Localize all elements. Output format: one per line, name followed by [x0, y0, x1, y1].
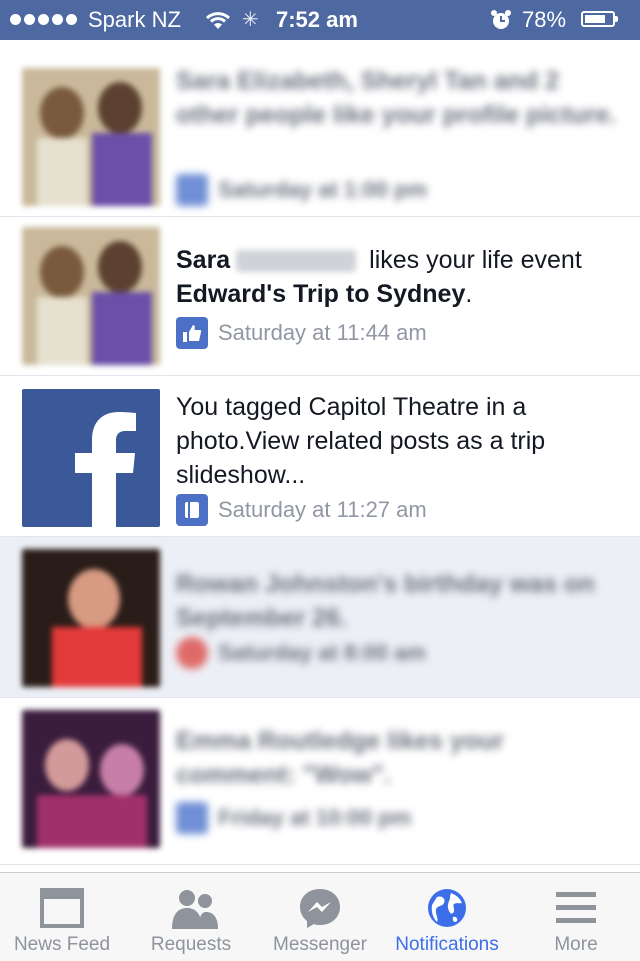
- notification-item[interactable]: Emma Routledge likes your comment: "Wow"…: [0, 698, 640, 865]
- notification-text: Sara Elizabeth, Sheryl Tan and 2 other p…: [176, 67, 617, 129]
- notification-item[interactable]: Sara likes your life event Edward's Trip…: [0, 217, 640, 376]
- alarm-icon: [490, 9, 512, 37]
- battery-icon: [581, 11, 618, 27]
- action-text: likes your life event: [369, 246, 582, 274]
- profile-photo: [22, 227, 160, 365]
- notification-text: You tagged Capitol Theatre in a photo.Vi…: [176, 393, 546, 489]
- status-bar: Spark NZ ✳ 7:52 am 78%: [0, 0, 640, 40]
- messenger-icon: [298, 887, 342, 929]
- notification-time: Saturday at 11:44 am: [218, 320, 427, 345]
- battery-percentage: 78%: [522, 7, 567, 32]
- activity-spinner-icon: ✳: [242, 9, 259, 31]
- carrier-name: Spark NZ: [88, 7, 181, 32]
- notification-text: Sara likes your life event Edward's Trip…: [176, 243, 621, 311]
- life-event-link[interactable]: Edward's Trip to Sydney: [176, 280, 465, 308]
- menu-icon: [554, 887, 598, 929]
- notification-meta: Saturday at 11:27 am: [176, 494, 427, 526]
- notification-text: Rowan Johnston's birthday was on Septemb…: [176, 570, 595, 632]
- facebook-logo: [22, 389, 160, 527]
- notification-time: Saturday at 8:00 am: [218, 640, 426, 665]
- tab-label: Messenger: [273, 934, 367, 955]
- notification-time: Friday at 10:00 pm: [218, 805, 412, 830]
- notification-time: Saturday at 11:27 am: [218, 497, 427, 522]
- redacted-surname: [236, 250, 357, 273]
- tab-bar: News Feed Requests Messenger Notificatio…: [0, 872, 640, 961]
- like-icon: [176, 317, 208, 349]
- notification-item[interactable]: Sara Elizabeth, Sheryl Tan and 2 other p…: [0, 40, 640, 217]
- profile-photo: [22, 549, 160, 687]
- like-icon: [176, 802, 208, 834]
- profile-photo: [22, 68, 160, 206]
- tab-notifications[interactable]: Notifications: [382, 873, 512, 961]
- tab-label: More: [554, 934, 598, 955]
- actor-name[interactable]: Sara: [176, 246, 230, 274]
- notification-meta: Saturday at 11:44 am: [176, 317, 427, 349]
- notification-item[interactable]: You tagged Capitol Theatre in a photo.Vi…: [0, 376, 640, 537]
- signal-strength-icon: [10, 14, 77, 25]
- tab-requests[interactable]: Requests: [124, 873, 258, 961]
- profile-photo: [22, 710, 160, 848]
- tab-messenger[interactable]: Messenger: [258, 873, 382, 961]
- notification-time: Saturday at 1:00 pm: [218, 177, 428, 202]
- news-feed-icon: [40, 887, 84, 929]
- tab-more[interactable]: More: [512, 873, 640, 961]
- globe-icon: [425, 887, 469, 929]
- notification-item[interactable]: Rowan Johnston's birthday was on Septemb…: [0, 537, 640, 698]
- clock: 7:52 am: [276, 7, 358, 32]
- notification-meta: Saturday at 1:00 pm: [176, 174, 427, 206]
- like-icon: [176, 174, 208, 206]
- album-icon: [176, 494, 208, 526]
- notification-text: Emma Routledge likes your comment: "Wow"…: [176, 727, 504, 789]
- notification-meta: Friday at 10:00 pm: [176, 802, 411, 834]
- birthday-icon: [176, 637, 208, 669]
- notification-meta: Saturday at 8:00 am: [176, 637, 426, 669]
- tab-label: Notifications: [395, 934, 499, 955]
- punctuation: .: [465, 280, 473, 308]
- wifi-icon: [204, 9, 232, 37]
- tab-label: Requests: [150, 934, 232, 955]
- tab-news-feed[interactable]: News Feed: [0, 873, 124, 961]
- friend-requests-icon: [169, 887, 218, 929]
- tab-label: News Feed: [13, 934, 111, 955]
